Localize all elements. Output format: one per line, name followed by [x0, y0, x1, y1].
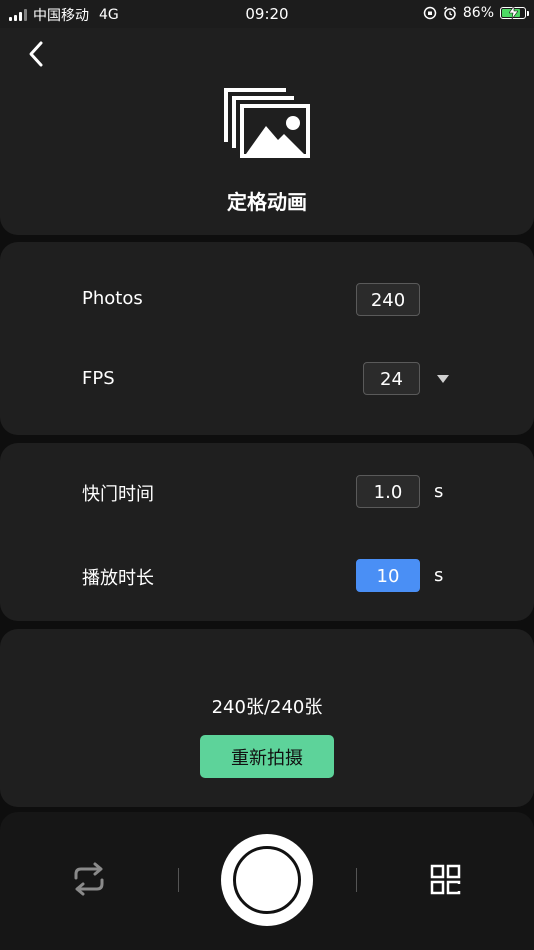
battery-icon: [500, 6, 529, 19]
shutter-time-input[interactable]: 1.0: [356, 475, 420, 508]
rotation-lock-icon: [423, 6, 437, 20]
photos-input[interactable]: 240: [356, 283, 420, 316]
page-title: 定格动画: [227, 190, 307, 214]
status-right: 86%: [423, 5, 529, 21]
timing-card: [0, 443, 534, 621]
photo-stack-icon: [224, 88, 310, 158]
back-button[interactable]: [20, 38, 52, 70]
toolbar-divider-left: [178, 868, 179, 892]
playback-duration-input[interactable]: 10: [356, 559, 420, 592]
toolbar-divider-right: [356, 868, 357, 892]
photos-label: Photos: [82, 288, 143, 309]
playback-duration-unit: s: [434, 565, 444, 586]
charging-bolt-icon: [509, 6, 518, 19]
chevron-down-icon[interactable]: [437, 375, 449, 383]
fps-label: FPS: [82, 368, 115, 389]
photo-count: 240张/240张: [211, 697, 323, 718]
shutter-time-label: 快门时间: [82, 484, 154, 505]
shutter-time-unit: s: [434, 481, 444, 502]
shutter-inner-ring: [233, 846, 301, 914]
battery-percent: 86%: [462, 5, 494, 21]
fps-select[interactable]: 24: [363, 362, 420, 395]
chevron-left-icon: [29, 41, 43, 67]
photos-fps-card: [0, 242, 534, 435]
playback-duration-label: 播放时长: [82, 568, 154, 589]
shutter-button[interactable]: [221, 834, 313, 926]
repeat-icon[interactable]: [70, 862, 108, 896]
status-bar: 中国移动 4G 09:20 86%: [0, 0, 534, 28]
retake-button[interactable]: 重新拍摄: [200, 735, 334, 778]
grid-icon[interactable]: [430, 864, 462, 896]
alarm-icon: [443, 6, 456, 20]
